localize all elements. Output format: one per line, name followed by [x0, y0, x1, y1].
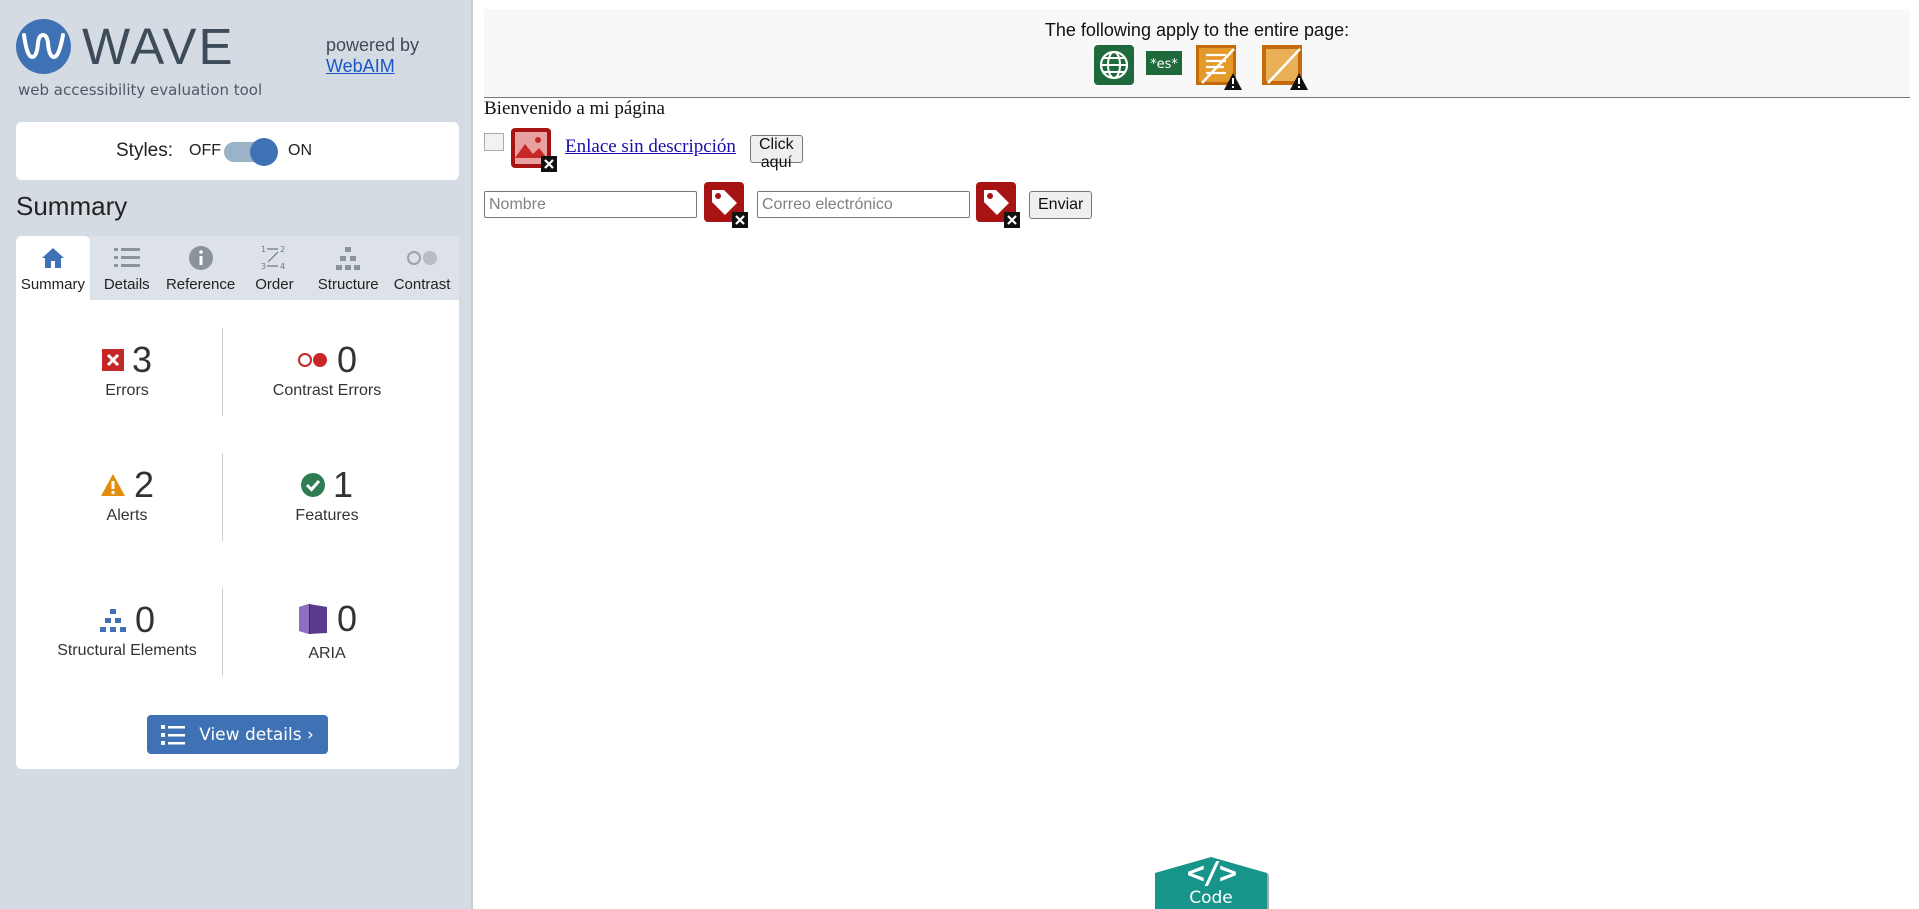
- styles-label: Styles:: [116, 140, 174, 161]
- contrast-errors-label: Contrast Errors: [272, 382, 382, 399]
- tab-structure-label: Structure: [317, 276, 379, 293]
- alerts-count: 2: [133, 464, 155, 505]
- list-icon: [90, 244, 164, 272]
- divider: [222, 453, 223, 541]
- divider: [222, 328, 223, 416]
- banner-icons: *es*: [1094, 45, 1320, 95]
- divider: [222, 588, 223, 676]
- tab-details[interactable]: Details: [90, 236, 164, 300]
- home-icon: [16, 244, 90, 272]
- summary-title: Summary: [16, 191, 128, 221]
- feature-check-icon: [300, 473, 325, 497]
- svg-text:4: 4: [280, 262, 285, 271]
- powered-by: powered by WebAIM: [326, 35, 419, 77]
- click-here-button[interactable]: Click aquí: [750, 135, 803, 171]
- code-tab-label: Code: [1189, 888, 1233, 908]
- missing-alt-error-icon[interactable]: [511, 128, 557, 176]
- language-feature-icon[interactable]: [1094, 45, 1134, 89]
- toggle-knob: [250, 138, 278, 166]
- banner-text: The following apply to the entire page:: [1044, 20, 1350, 40]
- webaim-link[interactable]: WebAIM: [326, 56, 395, 76]
- empty-description-link[interactable]: Enlace sin descripción: [565, 136, 736, 158]
- alerts-label: Alerts: [106, 507, 148, 524]
- tab-reference-label: Reference: [165, 276, 236, 293]
- tab-structure[interactable]: Structure: [311, 236, 385, 300]
- stat-alerts[interactable]: 2 Alerts: [27, 463, 227, 525]
- stat-aria[interactable]: 0 ARIA: [227, 593, 427, 663]
- document-alert-icon[interactable]: [1196, 45, 1242, 95]
- broken-image-icon: [484, 133, 504, 151]
- order-icon: 1 2 3 4: [237, 244, 311, 272]
- language-badge[interactable]: *es*: [1146, 51, 1182, 79]
- missing-label-error-icon[interactable]: [976, 182, 1020, 232]
- tab-summary[interactable]: Summary: [16, 236, 90, 300]
- wave-logo-icon[interactable]: [16, 19, 71, 74]
- stat-structural-elements[interactable]: 0 Structural Elements: [27, 598, 227, 660]
- page-alert-icon[interactable]: [1262, 45, 1308, 95]
- name-field[interactable]: [484, 191, 697, 218]
- styles-on-label: ON: [288, 142, 312, 159]
- structure-icon: [311, 244, 385, 272]
- contrast-error-icon: [297, 353, 327, 367]
- brand-tagline: web accessibility evaluation tool: [18, 81, 263, 99]
- logo-row: WAVE web accessibility evaluation tool p…: [16, 19, 456, 101]
- structure-icon: [99, 609, 126, 632]
- errors-count: 3: [131, 339, 153, 380]
- svg-text:1: 1: [261, 245, 266, 254]
- list-icon: [161, 724, 186, 745]
- tab-contrast[interactable]: Contrast: [385, 236, 459, 300]
- code-panel-tab[interactable]: </> Code: [1153, 855, 1269, 909]
- tab-order[interactable]: 1 2 3 4 Order: [237, 236, 311, 300]
- svg-text:3: 3: [261, 262, 266, 271]
- structural-count: 0: [134, 599, 156, 640]
- structural-label: Structural Elements: [57, 642, 197, 659]
- tab-summary-label: Summary: [20, 276, 85, 293]
- missing-label-error-icon[interactable]: [704, 182, 748, 232]
- styles-off-label: OFF: [189, 142, 221, 159]
- brand-name: WAVE: [82, 18, 235, 75]
- aria-count: 0: [336, 598, 358, 639]
- language-badge-text: *es*: [1150, 57, 1178, 72]
- aria-icon: [298, 604, 327, 634]
- view-details-button[interactable]: View details ›: [147, 715, 328, 754]
- tab-details-label: Details: [103, 276, 150, 293]
- tab-reference[interactable]: Reference: [164, 236, 238, 300]
- features-count: 1: [332, 464, 354, 505]
- wave-sidebar: WAVE web accessibility evaluation tool p…: [0, 0, 473, 909]
- tab-order-label: Order: [255, 276, 294, 293]
- stat-contrast-errors[interactable]: 0 Contrast Errors: [227, 338, 427, 400]
- email-field[interactable]: [757, 191, 970, 218]
- aria-label: ARIA: [308, 645, 346, 662]
- info-icon: [164, 244, 238, 272]
- contrast-errors-count: 0: [336, 339, 358, 380]
- page-wide-icons-banner: The following apply to the entire page: …: [484, 9, 1910, 98]
- alert-icon: [100, 474, 125, 496]
- styles-toggle-switch[interactable]: [224, 138, 278, 166]
- errors-label: Errors: [105, 382, 149, 399]
- error-icon: [101, 349, 124, 371]
- tab-contrast-label: Contrast: [393, 276, 451, 293]
- panel-tabs: Summary Details Reference 1 2 3 4 Order Str…: [16, 236, 459, 300]
- stat-features[interactable]: 1 Features: [227, 463, 427, 525]
- view-details-label: View details ›: [199, 724, 314, 745]
- features-label: Features: [295, 507, 359, 524]
- styles-toggle-box: Styles: OFF ON: [16, 122, 459, 180]
- contrast-icon: [385, 244, 459, 272]
- code-icon: </>: [1186, 856, 1237, 891]
- powered-by-text: powered by: [326, 35, 420, 55]
- stat-errors[interactable]: 3 Errors: [27, 338, 227, 400]
- send-button[interactable]: Enviar: [1029, 191, 1093, 219]
- svg-text:2: 2: [280, 245, 285, 254]
- summary-panel: Summary Details Reference 1 2 3 4 Order Str…: [16, 236, 459, 769]
- page-heading: Bienvenido a mi página: [484, 98, 665, 119]
